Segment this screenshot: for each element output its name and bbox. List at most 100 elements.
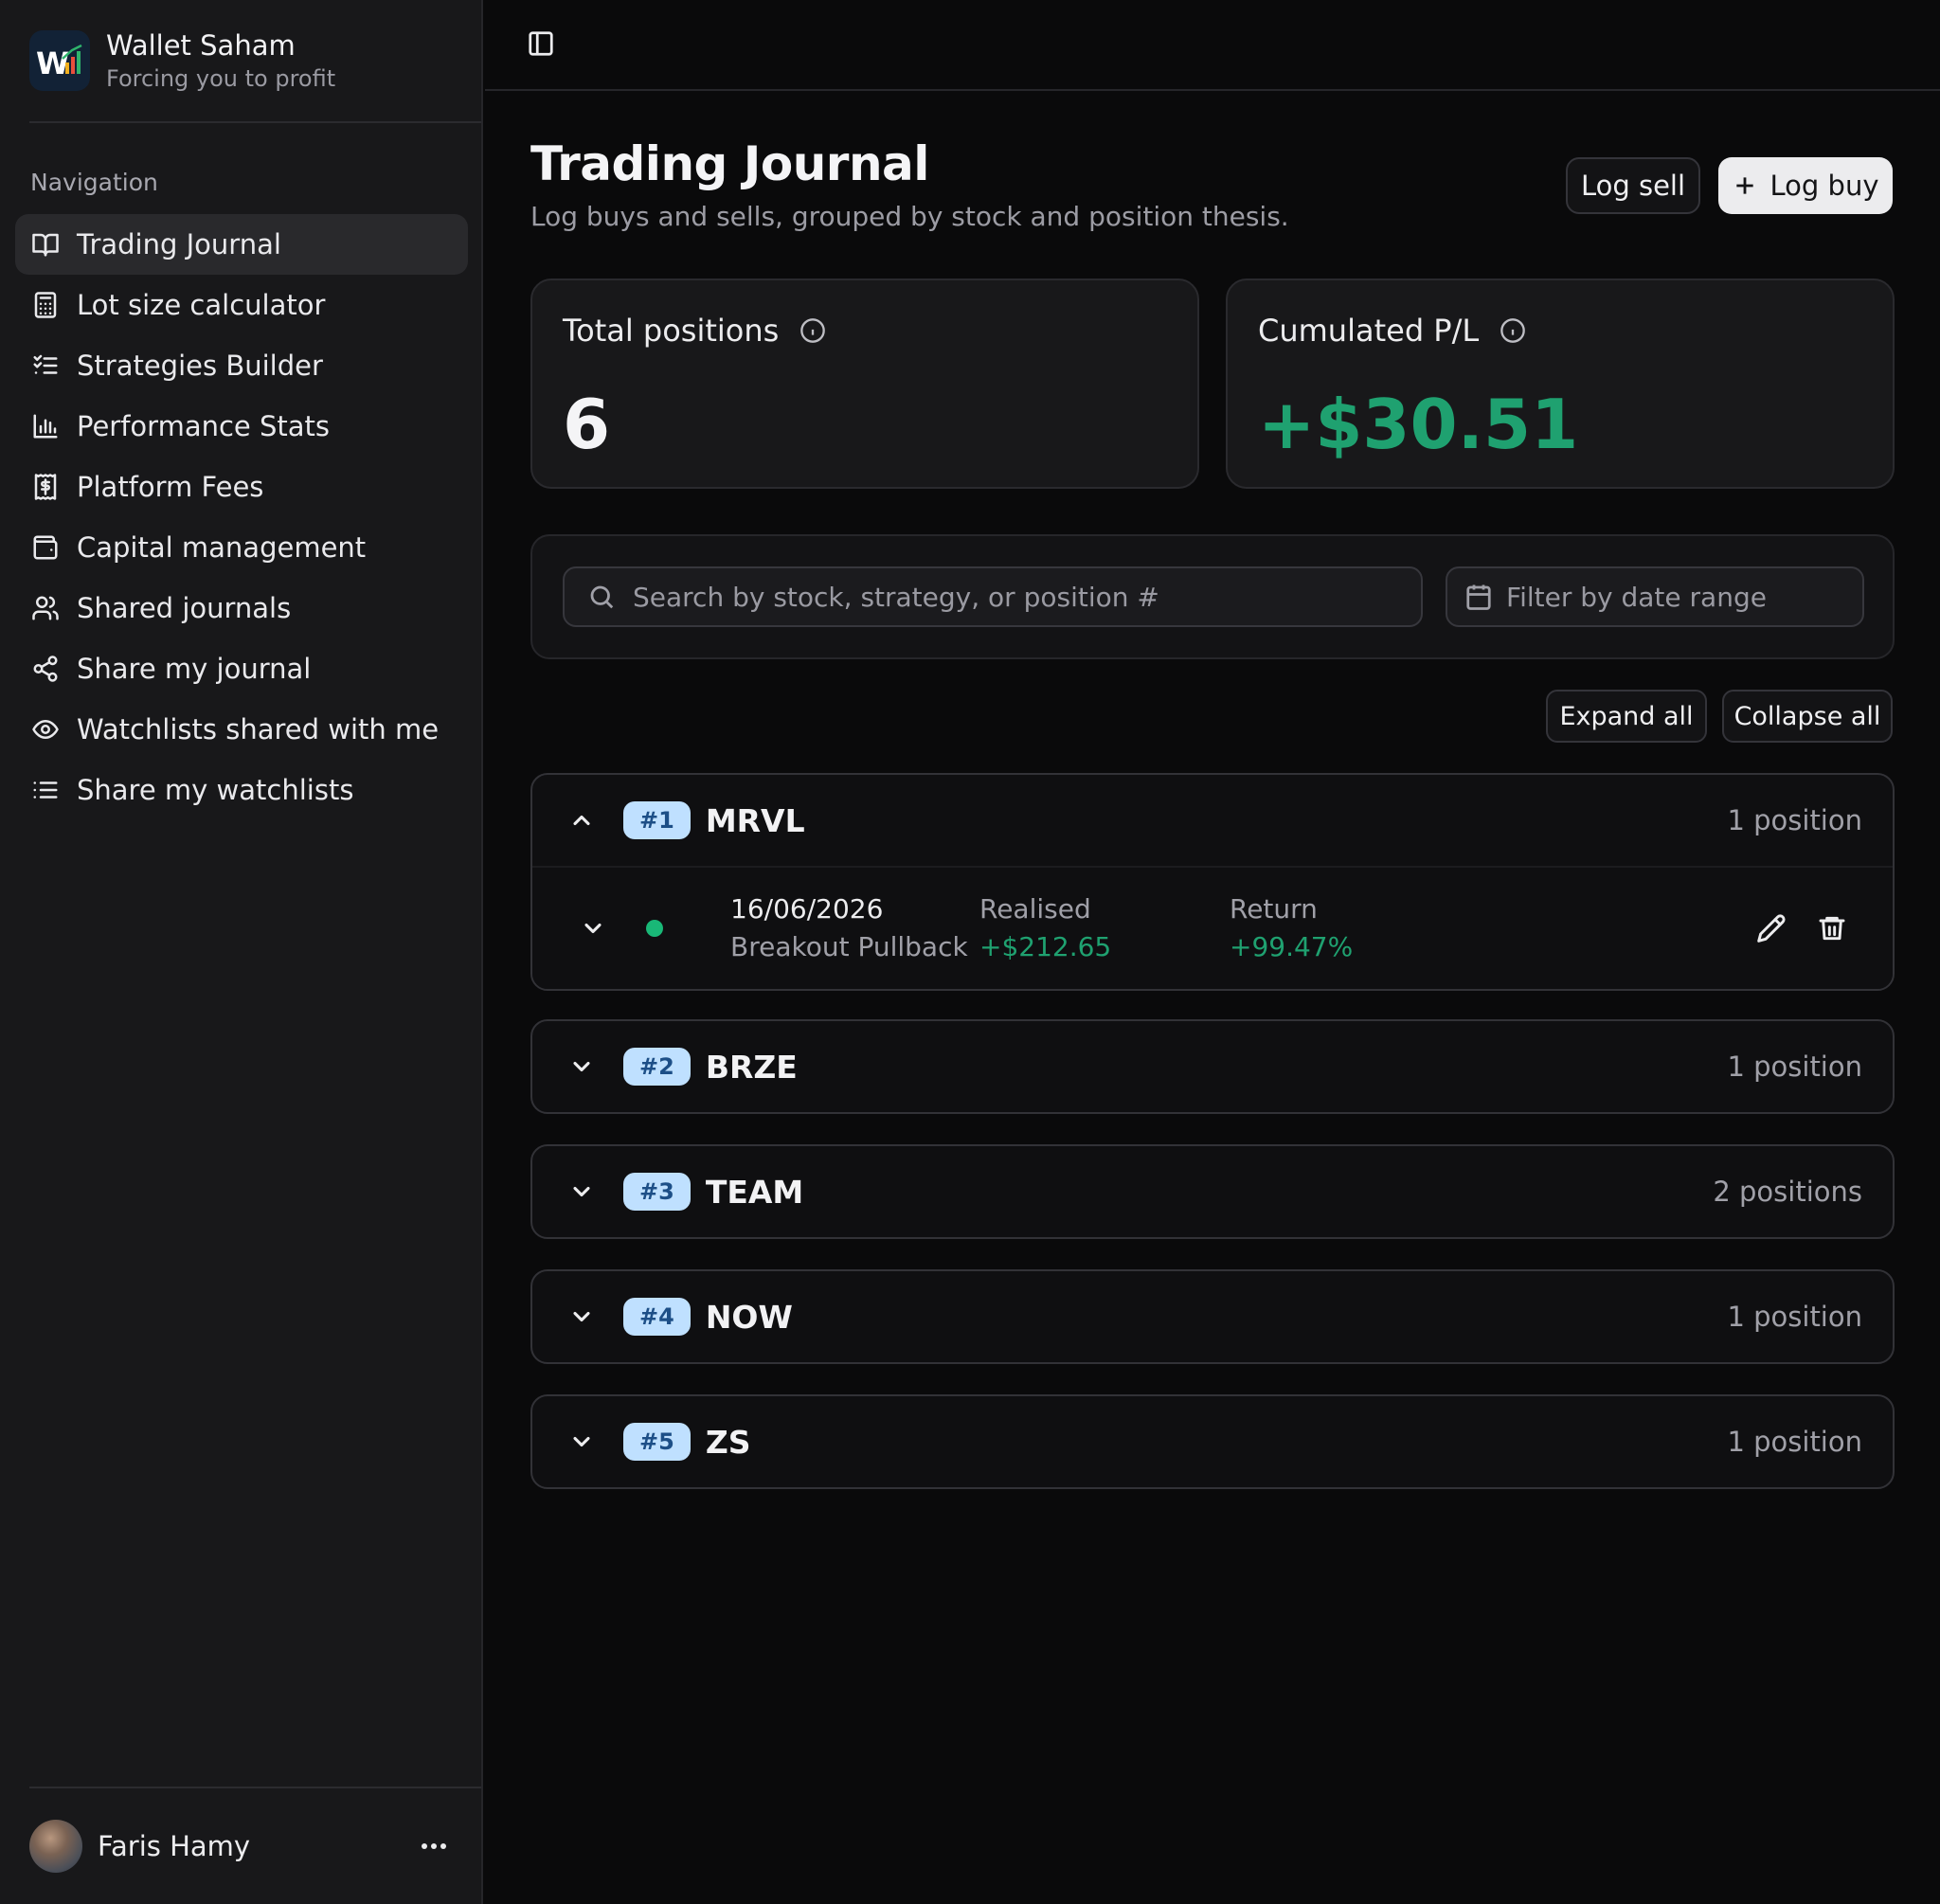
plus-icon <box>1735 177 1753 194</box>
position-realised: Realised +$212.65 <box>979 890 1111 966</box>
group-position-count: 1 position <box>1727 1426 1862 1458</box>
group-header[interactable]: #3 TEAM 2 positions <box>532 1146 1893 1237</box>
realised-label: Realised <box>979 893 1091 925</box>
logo-letter: W <box>36 45 69 80</box>
sidebar-item-shared-journals[interactable]: Shared journals <box>15 578 468 638</box>
cumulated-pl-label: Cumulated P/L <box>1258 313 1480 349</box>
app-tagline: Forcing you to profit <box>106 65 336 92</box>
trash-icon[interactable] <box>1813 909 1851 947</box>
group-ticker: NOW <box>705 1298 793 1336</box>
nav-heading: Navigation <box>30 169 158 196</box>
return-label: Return <box>1230 893 1318 925</box>
page-subtitle: Log buys and sells, grouped by stock and… <box>530 201 1289 232</box>
nav-list: Trading Journal Lot size calculator Stra… <box>15 214 468 820</box>
sidebar-item-label: Platform Fees <box>77 471 264 503</box>
log-buy-label: Log buy <box>1769 170 1879 202</box>
group-position-count: 1 position <box>1727 804 1862 836</box>
user-menu[interactable]: Faris Hamy <box>29 1818 453 1875</box>
sidebar-item-label: Performance Stats <box>77 410 331 442</box>
wallet-icon <box>30 532 61 563</box>
position-return: Return +99.47% <box>1230 890 1353 966</box>
position-group-now: #4 NOW 1 position <box>530 1269 1895 1364</box>
group-header[interactable]: #2 BRZE 1 position <box>532 1021 1893 1112</box>
bar-chart-icon <box>30 411 61 441</box>
search-field[interactable] <box>563 566 1423 627</box>
topbar <box>485 0 1940 91</box>
users-icon <box>30 593 61 623</box>
sidebar-toggle-icon[interactable] <box>527 29 557 60</box>
log-sell-button[interactable]: Log sell <box>1566 157 1700 214</box>
filter-card: Filter by date range <box>530 534 1895 659</box>
sidebar-item-label: Share my watchlists <box>77 774 354 806</box>
sidebar-item-label: Lot size calculator <box>77 289 326 321</box>
sidebar-item-label: Strategies Builder <box>77 350 323 382</box>
chevron-down-icon[interactable] <box>565 1300 599 1334</box>
sidebar-divider <box>29 121 481 123</box>
share-icon <box>30 654 61 684</box>
cumulated-pl-value: +$30.51 <box>1258 385 1579 464</box>
cumulated-pl-card: Cumulated P/L +$30.51 <box>1226 278 1895 489</box>
position-row[interactable]: 16/06/2026 Breakout Pullback Realised +$… <box>532 866 1893 989</box>
sidebar-item-watchlists-shared[interactable]: Watchlists shared with me <box>15 699 468 760</box>
list-icon <box>30 775 61 805</box>
group-ticker: BRZE <box>705 1048 798 1086</box>
group-header[interactable]: #1 MRVL 1 position <box>532 775 1893 866</box>
position-date: 16/06/2026 <box>730 893 884 925</box>
info-icon[interactable] <box>799 317 826 344</box>
brand[interactable]: W Wallet Saham Forcing you to profit <box>29 28 335 93</box>
info-icon[interactable] <box>1500 317 1526 344</box>
app-root: W Wallet Saham Forcing you to profit Nav… <box>0 0 1940 1904</box>
more-horizontal-icon[interactable] <box>415 1827 453 1865</box>
sidebar: W Wallet Saham Forcing you to profit Nav… <box>0 0 483 1904</box>
realised-value: +$212.65 <box>979 931 1112 962</box>
expand-all-button[interactable]: Expand all <box>1546 690 1707 743</box>
collapse-all-button[interactable]: Collapse all <box>1722 690 1893 743</box>
eye-icon <box>30 714 61 745</box>
chevron-down-icon[interactable] <box>565 1175 599 1209</box>
search-icon <box>590 585 614 609</box>
return-value: +99.47% <box>1230 931 1354 962</box>
sidebar-item-performance-stats[interactable]: Performance Stats <box>15 396 468 457</box>
search-input[interactable] <box>631 580 1421 614</box>
group-ticker: MRVL <box>705 801 805 839</box>
sidebar-item-share-my-journal[interactable]: Share my journal <box>15 638 468 699</box>
group-position-count: 1 position <box>1727 1051 1862 1083</box>
row-actions <box>1730 909 1851 947</box>
date-range-filter[interactable]: Filter by date range <box>1446 566 1864 627</box>
total-positions-card: Total positions 6 <box>530 278 1199 489</box>
edit-icon[interactable] <box>1752 909 1790 947</box>
status-dot <box>646 920 663 937</box>
total-positions-label: Total positions <box>563 313 780 349</box>
group-number-badge: #4 <box>623 1298 691 1336</box>
sidebar-item-capital-management[interactable]: Capital management <box>15 517 468 578</box>
group-header[interactable]: #5 ZS 1 position <box>532 1396 1893 1487</box>
group-number-badge: #5 <box>623 1423 691 1461</box>
sidebar-item-trading-journal[interactable]: Trading Journal <box>15 214 468 275</box>
sidebar-item-label: Shared journals <box>77 592 292 624</box>
app-logo: W <box>29 30 90 91</box>
calculator-icon <box>30 290 61 320</box>
position-group-zs: #5 ZS 1 position <box>530 1394 1895 1489</box>
sidebar-item-lot-size-calculator[interactable]: Lot size calculator <box>15 275 468 335</box>
sidebar-item-platform-fees[interactable]: Platform Fees <box>15 457 468 517</box>
position-strategy: Breakout Pullback <box>730 931 968 962</box>
app-name: Wallet Saham <box>106 29 296 62</box>
sidebar-item-label: Capital management <box>77 531 367 564</box>
log-buy-button[interactable]: Log buy <box>1718 157 1893 214</box>
chevron-down-icon[interactable] <box>576 911 610 945</box>
group-number-badge: #3 <box>623 1173 691 1211</box>
receipt-dollar-icon <box>30 472 61 502</box>
group-number-badge: #2 <box>623 1048 691 1086</box>
list-checks-icon <box>30 350 61 381</box>
position-info: 16/06/2026 Breakout Pullback <box>730 890 968 966</box>
sidebar-bottom-divider <box>29 1787 481 1788</box>
chevron-down-icon[interactable] <box>565 1425 599 1459</box>
group-ticker: TEAM <box>705 1173 804 1211</box>
sidebar-item-strategies-builder[interactable]: Strategies Builder <box>15 335 468 396</box>
sidebar-item-share-my-watchlists[interactable]: Share my watchlists <box>15 760 468 820</box>
group-header[interactable]: #4 NOW 1 position <box>532 1271 1893 1362</box>
chevron-up-icon[interactable] <box>565 803 599 837</box>
group-number-badge: #1 <box>623 801 691 839</box>
sidebar-item-label: Share my journal <box>77 653 312 685</box>
chevron-down-icon[interactable] <box>565 1050 599 1084</box>
